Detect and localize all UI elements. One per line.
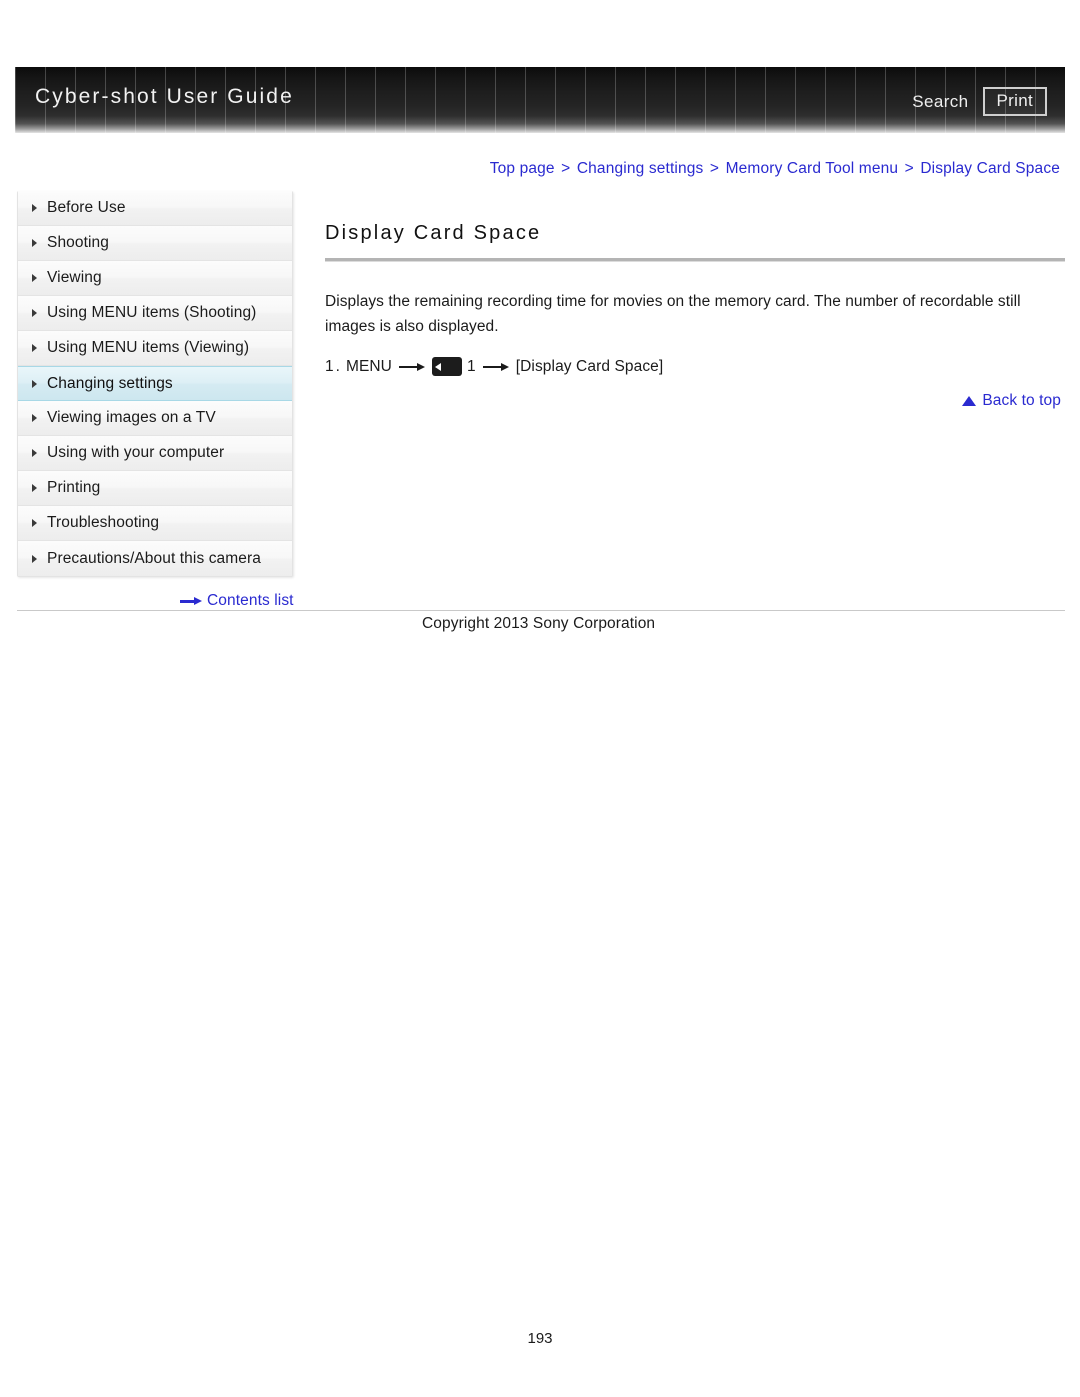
breadcrumb: Top page > Changing settings > Memory Ca… bbox=[490, 160, 1060, 178]
chevron-right-icon bbox=[32, 379, 37, 388]
breadcrumb-separator: > bbox=[904, 160, 914, 177]
sidebar-item-before-use[interactable]: Before Use bbox=[18, 191, 292, 226]
sidebar-item-changing-settings[interactable]: Changing settings bbox=[18, 366, 292, 401]
chevron-right-icon bbox=[32, 309, 37, 317]
chevron-right-icon bbox=[32, 204, 37, 212]
sidebar-item-label: Printing bbox=[47, 479, 101, 496]
sidebar-item-viewing-images-on-a-tv[interactable]: Viewing images on a TV bbox=[18, 401, 292, 436]
header-actions: Search Print bbox=[912, 87, 1047, 116]
title-divider bbox=[325, 258, 1065, 262]
header-banner: Cyber-shot User Guide Search Print bbox=[15, 67, 1065, 133]
chevron-right-icon bbox=[32, 414, 37, 422]
contents-list-link[interactable]: Contents list bbox=[180, 592, 294, 610]
sidebar-item-label: Viewing bbox=[47, 269, 102, 286]
sidebar-item-label: Before Use bbox=[47, 199, 126, 216]
chevron-right-icon bbox=[32, 239, 37, 247]
chevron-right-icon bbox=[32, 449, 37, 457]
back-to-top-label: Back to top bbox=[982, 392, 1061, 409]
breadcrumb-separator: > bbox=[709, 160, 720, 177]
sidebar-item-precautions-about-this-camera[interactable]: Precautions/About this camera bbox=[18, 541, 292, 576]
step-menu-label: MENU bbox=[345, 357, 392, 375]
sidebar-item-label: Shooting bbox=[47, 234, 109, 251]
triangle-up-icon bbox=[962, 396, 977, 406]
sidebar-item-label: Using MENU items (Shooting) bbox=[47, 304, 257, 321]
sidebar-item-printing[interactable]: Printing bbox=[18, 471, 292, 506]
app-title: Cyber-shot User Guide bbox=[35, 85, 294, 108]
breadcrumb-item-display-card-space[interactable]: Display Card Space bbox=[920, 160, 1060, 177]
back-to-top-link[interactable]: Back to top bbox=[962, 392, 1061, 410]
chevron-right-icon bbox=[32, 554, 37, 563]
main-content: Display Card Space Displays the remainin… bbox=[325, 222, 1065, 409]
breadcrumb-separator: > bbox=[561, 160, 571, 177]
arrow-right-icon bbox=[180, 596, 202, 606]
page-number: 193 bbox=[527, 1330, 553, 1347]
contents-list-label: Contents list bbox=[207, 592, 294, 609]
memory-card-tool-menu-icon bbox=[431, 357, 462, 377]
breadcrumb-item-memory-card-tool-menu[interactable]: Memory Card Tool menu bbox=[726, 160, 899, 177]
print-button[interactable]: Print bbox=[982, 87, 1047, 116]
page-title: Display Card Space bbox=[325, 222, 542, 244]
breadcrumb-item-top-page[interactable]: Top page bbox=[490, 160, 555, 177]
copyright-text: Copyright 2013 Sony Corporation bbox=[422, 615, 656, 632]
step-target-label: [Display Card Space] bbox=[515, 357, 664, 375]
sidebar-nav: Before Use Shooting Viewing Using MENU i… bbox=[17, 191, 293, 577]
sidebar-item-troubleshooting[interactable]: Troubleshooting bbox=[18, 506, 292, 541]
breadcrumb-item-changing-settings[interactable]: Changing settings bbox=[577, 160, 704, 177]
procedure-step-1: 1. MENU 1 [Display Card Space] bbox=[325, 357, 1065, 377]
chevron-right-icon bbox=[32, 274, 37, 282]
sidebar-item-shooting[interactable]: Shooting bbox=[18, 226, 292, 261]
search-link[interactable]: Search bbox=[912, 92, 968, 112]
sidebar-item-using-menu-items-shooting[interactable]: Using MENU items (Shooting) bbox=[18, 296, 292, 331]
chevron-right-icon bbox=[32, 519, 37, 527]
step-icon-number: 1 bbox=[466, 357, 476, 375]
step-number: 1. bbox=[325, 357, 342, 375]
arrow-right-icon bbox=[482, 362, 509, 372]
chevron-right-icon bbox=[32, 484, 37, 492]
sidebar-item-label: Changing settings bbox=[47, 374, 173, 392]
chevron-right-icon bbox=[32, 344, 37, 352]
sidebar-item-label: Using with your computer bbox=[47, 444, 225, 461]
sidebar-item-label: Using MENU items (Viewing) bbox=[47, 339, 250, 356]
sidebar-item-using-menu-items-viewing[interactable]: Using MENU items (Viewing) bbox=[18, 331, 292, 366]
sidebar-item-label: Precautions/About this camera bbox=[47, 549, 261, 567]
arrow-right-icon bbox=[398, 362, 425, 372]
sidebar-item-label: Troubleshooting bbox=[47, 514, 160, 531]
sidebar-item-label: Viewing images on a TV bbox=[47, 409, 216, 426]
sidebar-item-using-with-your-computer[interactable]: Using with your computer bbox=[18, 436, 292, 471]
footer-divider bbox=[17, 610, 1065, 611]
body-paragraph: Displays the remaining recording time fo… bbox=[325, 293, 1021, 336]
sidebar-item-viewing[interactable]: Viewing bbox=[18, 261, 292, 296]
